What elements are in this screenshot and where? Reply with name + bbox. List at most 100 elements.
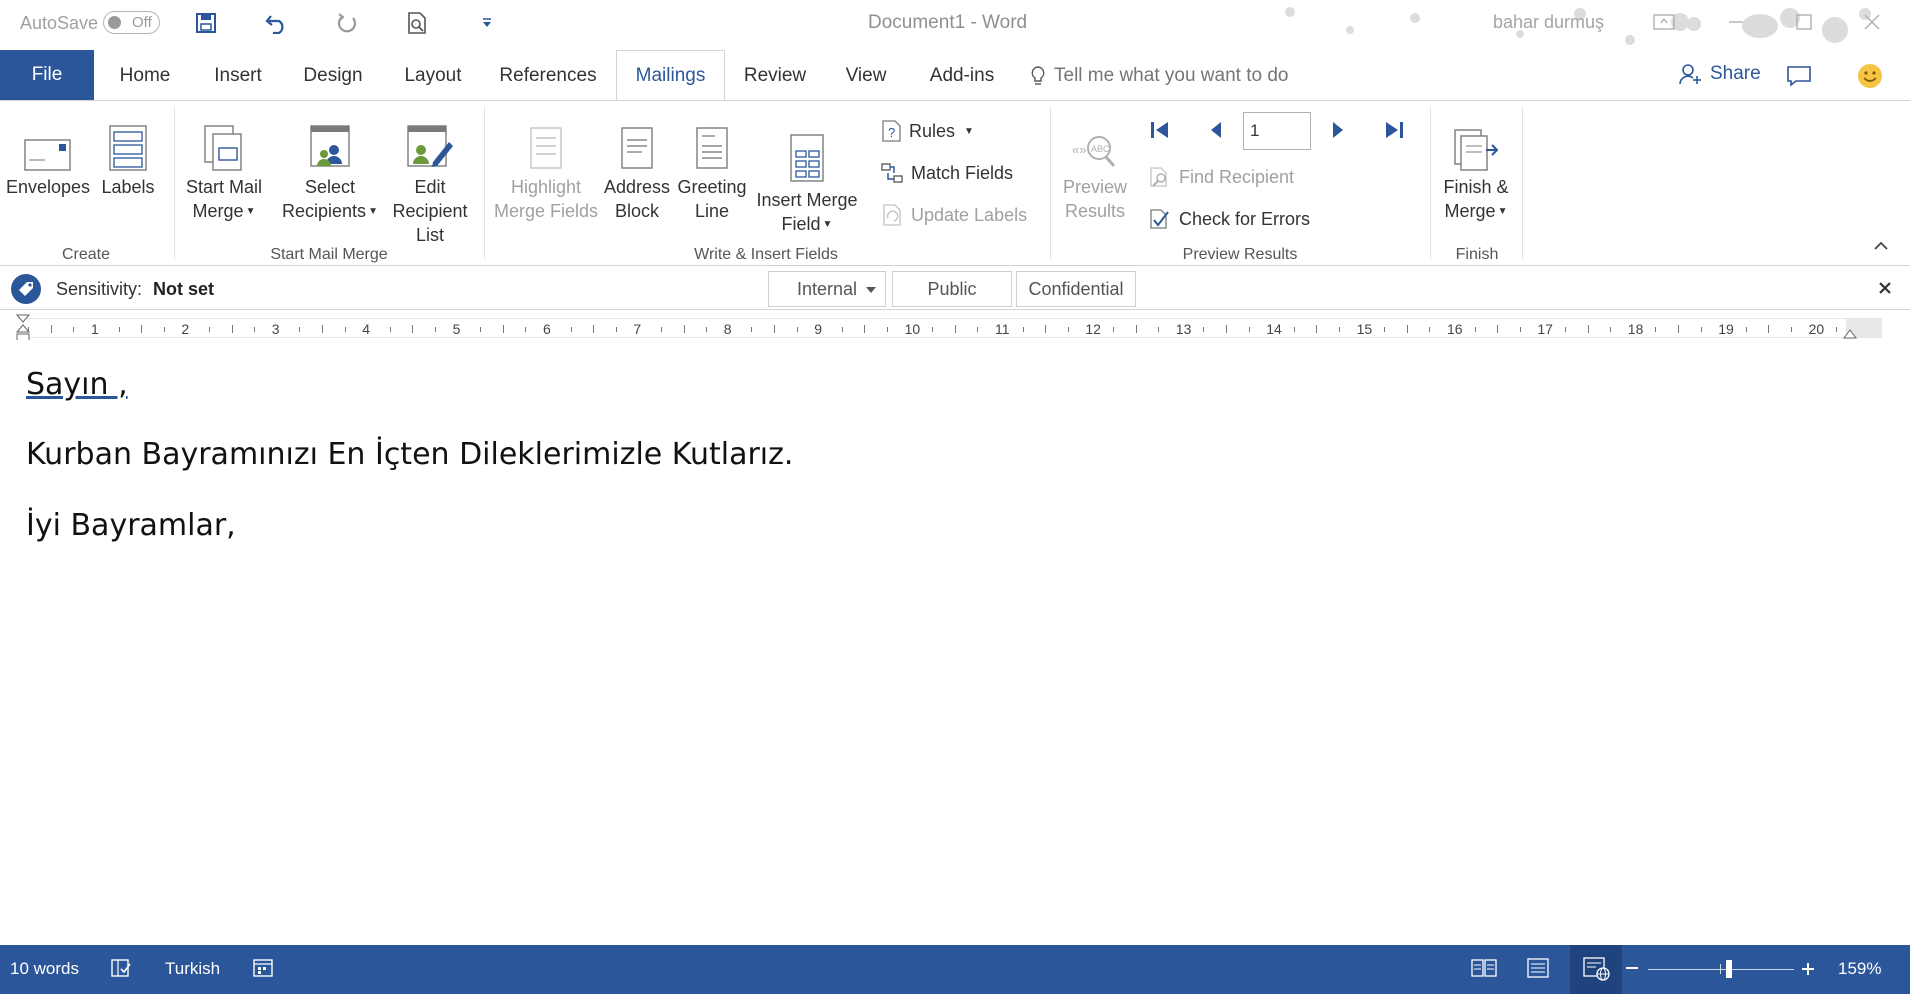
sensitivity-icon (10, 273, 42, 310)
paragraph-greeting[interactable]: Kurban Bayramınızı En İçten Dileklerimiz… (26, 437, 793, 472)
labels-button[interactable]: Labels (96, 117, 160, 199)
proofing-status-button[interactable] (110, 957, 132, 984)
ruler-tick (73, 327, 75, 332)
svg-text:«»: «» (1072, 142, 1086, 157)
highlight-merge-fields-icon (530, 127, 562, 169)
feedback-button[interactable] (1856, 62, 1884, 95)
tab-view[interactable]: View (830, 50, 902, 101)
match-fields-button[interactable]: Match Fields (880, 161, 1013, 185)
tab-layout[interactable]: Layout (392, 50, 474, 101)
language[interactable]: Turkish (165, 959, 220, 979)
finish-merge-icon (1454, 129, 1499, 171)
rules-button[interactable]: ? Rules ▼ (880, 119, 974, 143)
check-for-errors-button[interactable]: Check for Errors (1148, 207, 1310, 231)
greeting-line-button[interactable]: Greeting Line (674, 117, 750, 223)
edit-recipient-list-button[interactable]: Edit Recipient List (380, 117, 480, 247)
first-record-button[interactable] (1148, 118, 1172, 147)
close-window-button[interactable] (1852, 5, 1892, 39)
highlight-merge-fields-button[interactable]: Highlight Merge Fields (492, 117, 600, 223)
record-number-input[interactable] (1243, 112, 1311, 150)
envelopes-button[interactable]: Envelopes (6, 117, 90, 199)
tab-file[interactable]: File (0, 50, 94, 100)
update-labels-button[interactable]: Update Labels (880, 203, 1027, 227)
word-count[interactable]: 10 words (10, 959, 79, 979)
ruler-number: 20 (1808, 321, 1825, 337)
tell-me-search[interactable]: Tell me what you want to do (1030, 65, 1288, 87)
tab-insert[interactable]: Insert (200, 50, 276, 101)
minimize-button[interactable] (1716, 5, 1756, 39)
ruler-tick (1067, 327, 1069, 332)
ruler-number: 4 (362, 321, 370, 337)
ruler-tick (615, 327, 617, 332)
print-layout-button[interactable] (1524, 957, 1552, 984)
next-record-button[interactable] (1328, 118, 1348, 147)
save-button[interactable] (189, 8, 223, 38)
ruler-tick (435, 327, 436, 332)
address-block-button[interactable]: Address Block (600, 117, 674, 223)
user-name[interactable]: bahar durmuş (1493, 12, 1604, 33)
undo-button[interactable] (260, 8, 294, 38)
paragraph-salutation[interactable]: Sayın , (26, 367, 128, 402)
ruler-tick (1768, 325, 1770, 333)
insert-merge-field-button[interactable]: Insert Merge Field ▼ (752, 117, 862, 237)
right-indent-marker-icon[interactable] (1843, 326, 1857, 340)
preview-results-button[interactable]: «» ABC Preview Results (1058, 117, 1132, 223)
zoom-level[interactable]: 159% (1838, 959, 1881, 979)
rules-label: Rules (909, 120, 956, 141)
ruler-tick (1135, 325, 1137, 333)
macro-button[interactable] (252, 957, 274, 984)
select-recipients-button[interactable]: Select Recipients ▼ (280, 117, 380, 224)
document-page[interactable]: Sayın , Kurban Bayramınızı En İçten Dile… (0, 340, 1910, 945)
ruler-number: 13 (1175, 321, 1192, 337)
start-mail-merge-button[interactable]: Start Mail Merge ▼ (182, 117, 266, 224)
finish-merge-label-1: Finish & (1443, 177, 1509, 197)
tab-mailings[interactable]: Mailings (616, 50, 725, 101)
collapse-ribbon-button[interactable] (1872, 239, 1890, 258)
horizontal-ruler[interactable]: 1 2 3 4 5 6 7 8 9 10 11 12 13 14 15 16 17 18 19 20 (18, 318, 1882, 338)
svg-text:?: ? (888, 125, 895, 140)
comments-button[interactable] (1786, 64, 1812, 93)
close-sensitivity-bar-button[interactable] (1878, 279, 1892, 300)
ruler-tick (480, 327, 482, 332)
tab-design[interactable]: Design (290, 50, 376, 101)
read-mode-button[interactable] (1470, 957, 1498, 984)
tab-home[interactable]: Home (105, 50, 185, 101)
ruler-tick (1113, 327, 1114, 332)
ruler-tick (796, 327, 798, 332)
status-bar: 10 words Turkish 159% (0, 945, 1910, 994)
customize-qat-button[interactable] (470, 8, 504, 38)
ruler-number: 18 (1627, 321, 1644, 337)
previous-record-button[interactable] (1206, 118, 1226, 147)
maximize-button[interactable] (1784, 5, 1824, 39)
paragraph-closing[interactable]: İyi Bayramlar, (26, 508, 236, 543)
redo-button[interactable] (330, 8, 364, 38)
insert-merge-field-label-2: Field (781, 214, 821, 234)
sensitivity-internal-button[interactable]: Internal (768, 271, 886, 307)
finish-merge-button[interactable]: Finish & Merge ▼ (1436, 117, 1516, 224)
ruler-tick (1836, 327, 1838, 332)
ruler-tick (977, 327, 979, 332)
finish-merge-label-2: Merge (1444, 201, 1496, 221)
sensitivity-confidential-button[interactable]: Confidential (1016, 271, 1136, 307)
ruler-tick (1587, 325, 1589, 333)
zoom-in-icon[interactable] (1800, 961, 1816, 977)
autosave-toggle[interactable]: Off (103, 11, 160, 34)
tab-add-ins[interactable]: Add-ins (918, 50, 1006, 101)
sensitivity-public-button[interactable]: Public (892, 271, 1012, 307)
ribbon-display-options-button[interactable] (1644, 5, 1684, 39)
print-layout-icon (1527, 958, 1549, 978)
ruler-number: 19 (1718, 321, 1734, 337)
tab-review[interactable]: Review (735, 50, 815, 101)
find-recipient-button[interactable]: Find Recipient (1148, 165, 1294, 189)
print-preview-button[interactable] (400, 8, 434, 38)
share-button[interactable]: Share (1678, 62, 1761, 86)
customize-dropdown-icon (483, 18, 491, 27)
zoom-slider-thumb[interactable] (1726, 960, 1732, 978)
select-recipients-icon (310, 125, 350, 167)
zoom-out-button[interactable] (1626, 967, 1638, 969)
tab-references[interactable]: References (490, 50, 606, 101)
zoom-slider-track[interactable] (1648, 969, 1794, 970)
web-layout-button[interactable] (1570, 945, 1622, 994)
minimize-icon (1729, 21, 1743, 23)
last-record-button[interactable] (1382, 118, 1406, 147)
